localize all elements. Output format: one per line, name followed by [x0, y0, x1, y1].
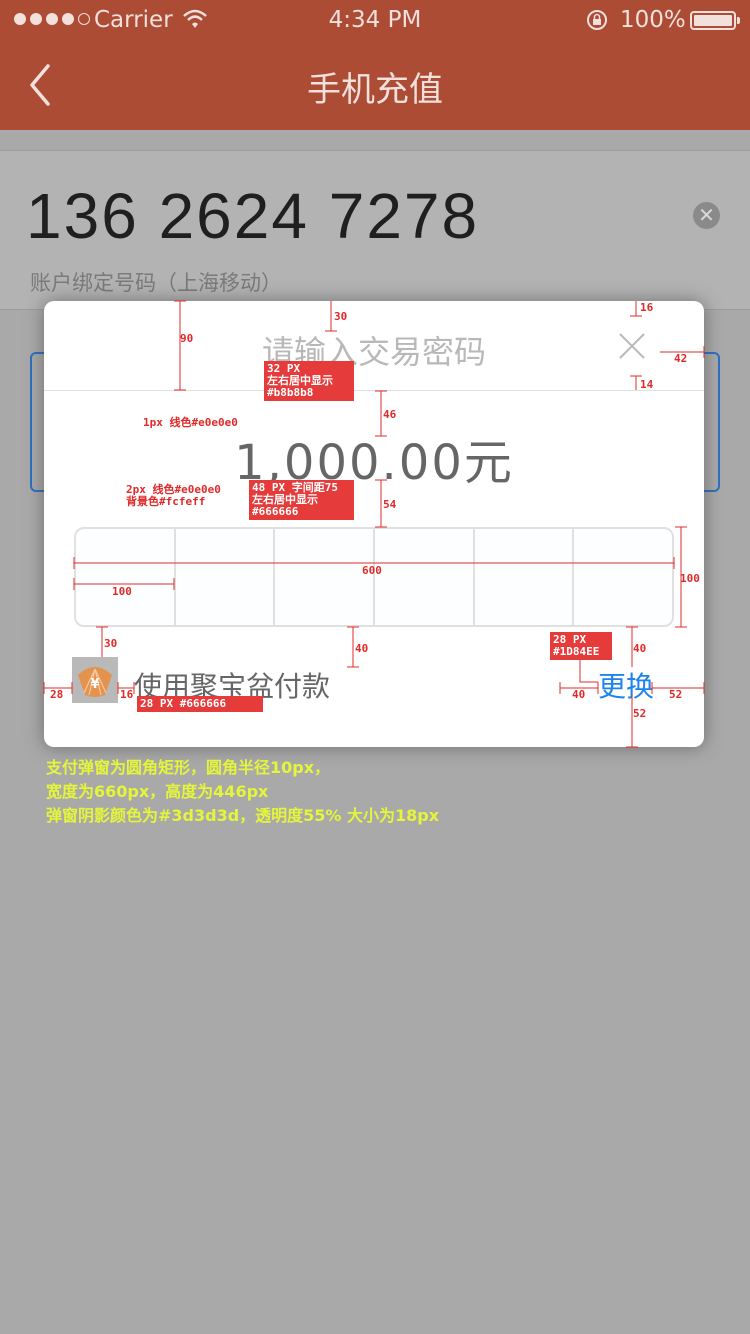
password-digit-cell	[574, 529, 672, 625]
password-digit-cell	[475, 529, 575, 625]
dim-label: 100	[112, 585, 132, 598]
phone-number-hint: 账户绑定号码（上海移动）	[30, 271, 282, 295]
dim-label: 52	[633, 707, 647, 720]
payment-password-dialog: 请输入交易密码 1,000.00元 ¥ 使用聚宝盆付款 更换	[44, 301, 704, 747]
rotation-lock-icon	[587, 10, 607, 30]
dim-label: 16	[640, 301, 654, 314]
phone-number-input[interactable]: 136 2624 7278	[26, 179, 479, 253]
dialog-title: 请输入交易密码	[261, 333, 486, 371]
battery-icon	[690, 11, 740, 30]
dim-label: 40	[355, 642, 369, 655]
dim-label: 28	[50, 688, 64, 701]
dim-label: 52	[669, 688, 683, 701]
password-digit-cell	[375, 529, 475, 625]
pin-box-annotation: 2px 线色#e0e0e0 背景色#fcfeff	[126, 483, 221, 508]
title-style-tag: 32 PX 左右居中显示 #b8b8b8	[264, 361, 354, 401]
battery-percentage: 100%	[620, 7, 686, 33]
dim-label: 30	[334, 310, 348, 323]
password-digit-cell	[176, 529, 276, 625]
pay-label-style-tag: 28 PX #666666	[137, 696, 263, 712]
svg-text:¥: ¥	[90, 677, 99, 692]
dialog-spec-note: 支付弹窗为圆角矩形，圆角半径10px， 宽度为660px，高度为446px 弹窗…	[46, 756, 706, 828]
dim-label: 40	[572, 688, 586, 701]
dim-label: 100	[680, 572, 700, 585]
dim-label: 46	[383, 408, 397, 421]
divider-annotation: 1px 线色#e0e0e0	[143, 416, 238, 429]
dialog-divider	[44, 390, 704, 391]
close-icon[interactable]	[618, 332, 646, 360]
dim-label: 600	[362, 564, 382, 577]
dim-label: 30	[104, 637, 118, 650]
password-digit-cell	[76, 529, 176, 625]
password-input[interactable]	[74, 527, 674, 627]
page-title: 手机充值	[307, 70, 443, 110]
change-payment-button[interactable]: 更换	[598, 665, 654, 705]
amount-style-tag: 48 PX 字间距75 左右居中显示 #666666	[249, 480, 354, 520]
dim-label: 40	[633, 642, 647, 655]
password-digit-cell	[275, 529, 376, 625]
navigation-bar: 手机充值	[0, 40, 750, 130]
dim-label: 54	[383, 498, 397, 511]
cornucopia-logo-icon: ¥	[72, 657, 118, 703]
dim-label: 16	[120, 688, 134, 701]
phone-number-card: 136 2624 7278 ✕ 账户绑定号码（上海移动）	[0, 150, 750, 310]
dim-label: 14	[640, 378, 654, 391]
dim-label: 42	[674, 352, 688, 365]
dim-label: 90	[180, 332, 194, 345]
spec-note-line: 弹窗阴影颜色为#3d3d3d，透明度55% 大小为18px	[46, 806, 440, 825]
spec-note-line: 宽度为660px，高度为446px	[46, 782, 269, 801]
status-bar: Carrier 4:34 PM 100%	[0, 0, 750, 40]
clear-circle-icon[interactable]: ✕	[693, 202, 720, 229]
spec-note-line: 支付弹窗为圆角矩形，圆角半径10px，	[46, 758, 331, 777]
change-button-style-tag: 28 PX #1D84EE	[550, 632, 612, 660]
